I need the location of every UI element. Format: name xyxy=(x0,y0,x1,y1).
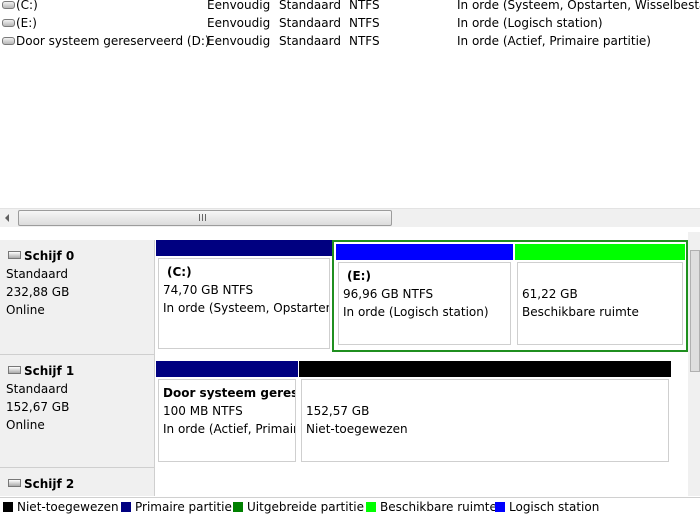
partition-system-reserved[interactable]: Door systeem gerese 100 MB NTFS In orde … xyxy=(156,361,298,465)
legend-label: Primaire partitie xyxy=(135,500,232,514)
legend-label: Uitgebreide partitie xyxy=(247,500,365,514)
disk-header[interactable]: Schijf 1 Standaard 152,67 GB Online xyxy=(0,355,155,468)
legend: Niet-toegewezen Primaire partitie Uitgeb… xyxy=(0,497,700,517)
partition-size: 61,22 GB xyxy=(522,287,578,301)
partition-body: 61,22 GB Beschikbare ruimte xyxy=(517,262,683,345)
legend-swatch xyxy=(366,502,376,512)
partition-status: Niet-toegewezen xyxy=(306,422,408,436)
disk-size: 152,67 GB xyxy=(6,400,70,414)
volume-icon xyxy=(2,37,15,45)
free-space-bar xyxy=(515,244,685,260)
volume-status: In orde (Actief, Primaire partitie) xyxy=(457,34,651,48)
disk-header[interactable]: Schijf 0 Standaard 232,88 GB Online xyxy=(0,240,155,355)
partition-size: 96,96 GB NTFS xyxy=(343,287,434,301)
volume-name: (C:) xyxy=(16,0,38,12)
logical-drive-bar xyxy=(336,244,513,260)
disk-state: Online xyxy=(6,418,45,432)
partition-body: Door systeem gerese 100 MB NTFS In orde … xyxy=(158,379,296,462)
volume-icon xyxy=(2,19,15,27)
legend-swatch xyxy=(495,502,505,512)
partition-status: In orde (Logisch station) xyxy=(343,305,489,319)
partition-title: (C:) xyxy=(167,265,192,279)
disk-icon xyxy=(8,479,21,487)
volume-list: (C:) Eenvoudig Standaard NTFS In orde (S… xyxy=(0,0,700,210)
legend-swatch xyxy=(121,502,131,512)
volume-type: Standaard xyxy=(279,16,341,30)
disk-map: Schijf 0 Standaard 232,88 GB Online (C:)… xyxy=(0,232,700,496)
unallocated-bar xyxy=(299,361,671,377)
partition-title: (E:) xyxy=(347,269,371,283)
volume-name: Door systeem gereserveerd (D:) xyxy=(16,34,210,48)
partition-unallocated[interactable]: 152,57 GB Niet-toegewezen xyxy=(299,361,671,465)
partition-status: Beschikbare ruimte xyxy=(522,305,639,319)
disk-icon xyxy=(8,366,21,374)
disk-type: Standaard xyxy=(6,267,68,281)
partition-body: (E:) 96,96 GB NTFS In orde (Logisch stat… xyxy=(338,262,511,345)
partition-size: 152,57 GB xyxy=(306,404,370,418)
disk-icon xyxy=(8,251,21,259)
partition-size: 100 MB NTFS xyxy=(163,404,243,418)
legend-swatch xyxy=(3,502,13,512)
scroll-left-icon[interactable] xyxy=(0,209,17,227)
legend-label: Niet-toegewezen xyxy=(17,500,119,514)
scrollbar-thumb[interactable] xyxy=(18,210,392,226)
volume-row-d[interactable]: Door systeem gereserveerd (D:) Eenvoudig… xyxy=(0,32,700,50)
partition-status: In orde (Systeem, Opstarten, xyxy=(163,301,330,315)
legend-label: Logisch station xyxy=(509,500,600,514)
partition-e[interactable]: (E:) 96,96 GB NTFS In orde (Logisch stat… xyxy=(336,244,513,348)
volume-row-e[interactable]: (E:) Eenvoudig Standaard NTFS In orde (L… xyxy=(0,14,700,32)
volume-layout: Eenvoudig xyxy=(207,34,271,48)
vertical-scrollbar-thumb[interactable] xyxy=(690,250,700,372)
partition-size: 74,70 GB NTFS xyxy=(163,283,254,297)
volume-type: Standaard xyxy=(279,34,341,48)
disk-type: Standaard xyxy=(6,382,68,396)
disk-header[interactable]: Schijf 2 xyxy=(0,468,155,496)
volume-layout: Eenvoudig xyxy=(207,0,271,12)
disk-row-2: Schijf 2 xyxy=(0,468,700,496)
disk-state: Online xyxy=(6,303,45,317)
disk-size: 232,88 GB xyxy=(6,285,70,299)
disk-name: Schijf 1 xyxy=(24,364,75,378)
volume-filesystem: NTFS xyxy=(349,0,380,12)
volume-row-c[interactable]: (C:) Eenvoudig Standaard NTFS In orde (S… xyxy=(0,0,700,14)
volume-layout: Eenvoudig xyxy=(207,16,271,30)
partition-body: (C:) 74,70 GB NTFS In orde (Systeem, Ops… xyxy=(158,258,330,349)
disk-name: Schijf 2 xyxy=(24,477,75,491)
partition-status: In orde (Actief, Primair xyxy=(163,422,296,436)
volume-status: In orde (Systeem, Opstarten, Wisselbesta… xyxy=(457,0,700,12)
partition-free-space[interactable]: 61,22 GB Beschikbare ruimte xyxy=(515,244,685,348)
primary-partition-bar xyxy=(156,240,332,256)
partition-c[interactable]: (C:) 74,70 GB NTFS In orde (Systeem, Ops… xyxy=(156,240,332,352)
partition-body: 152,57 GB Niet-toegewezen xyxy=(301,379,669,462)
volume-status: In orde (Logisch station) xyxy=(457,16,603,30)
horizontal-scrollbar[interactable] xyxy=(0,208,700,227)
disk-row-1: Schijf 1 Standaard 152,67 GB Online Door… xyxy=(0,355,700,468)
legend-label: Beschikbare ruimte xyxy=(380,500,497,514)
primary-partition-bar xyxy=(156,361,298,377)
volume-name: (E:) xyxy=(16,16,37,30)
volume-filesystem: NTFS xyxy=(349,34,380,48)
disk-row-0: Schijf 0 Standaard 232,88 GB Online (C:)… xyxy=(0,240,700,355)
volume-icon xyxy=(2,1,15,9)
scrollbar-grip-icon xyxy=(199,214,208,221)
legend-swatch xyxy=(233,502,243,512)
vertical-scrollbar[interactable] xyxy=(688,232,700,496)
volume-filesystem: NTFS xyxy=(349,16,380,30)
disk-name: Schijf 0 xyxy=(24,249,75,263)
partition-title: Door systeem gerese xyxy=(163,386,296,400)
volume-type: Standaard xyxy=(279,0,341,12)
